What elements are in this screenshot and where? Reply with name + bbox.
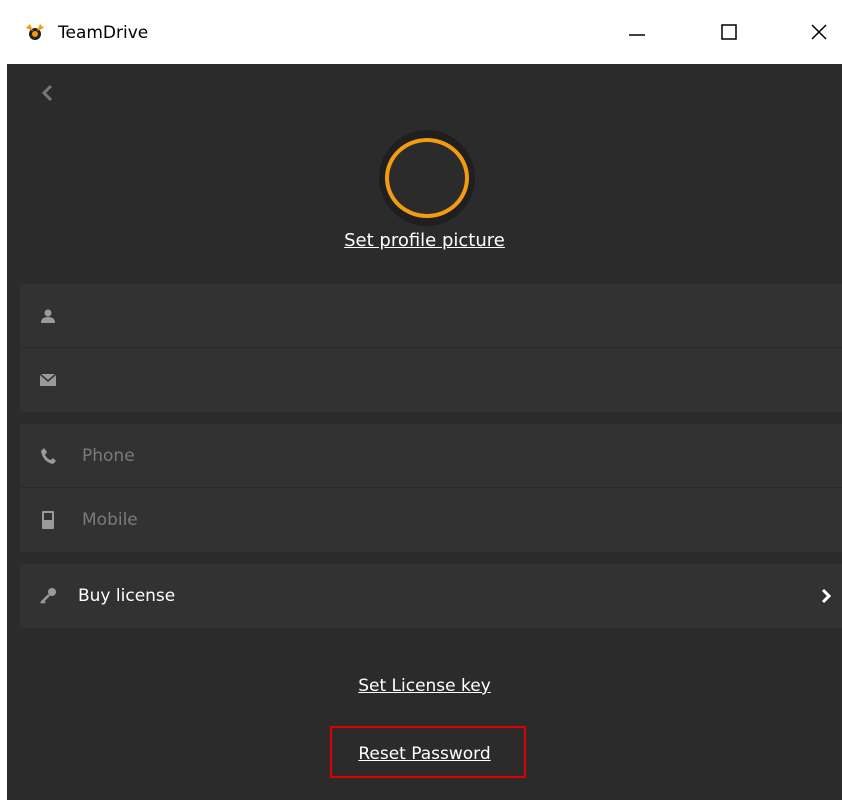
chevron-left-icon (41, 84, 53, 102)
avatar-circle (385, 138, 469, 218)
phone-icon (36, 444, 60, 468)
key-icon (36, 584, 60, 608)
buy-license-row[interactable]: Buy license (20, 564, 842, 628)
name-row (20, 284, 842, 347)
set-profile-picture-link[interactable]: Set profile picture (7, 230, 842, 251)
person-icon (36, 304, 60, 328)
title-bar: TeamDrive (0, 0, 842, 64)
window-title: TeamDrive (58, 23, 149, 43)
phone-fields (20, 424, 842, 552)
set-license-key-link[interactable]: Set License key (7, 676, 842, 696)
minimize-button[interactable] (607, 0, 667, 64)
name-field[interactable] (80, 292, 824, 340)
close-button[interactable] (789, 0, 842, 64)
mobile-field[interactable] (80, 496, 824, 544)
profile-avatar[interactable] (379, 130, 475, 226)
maximize-icon (721, 24, 737, 40)
back-button[interactable] (33, 78, 63, 108)
email-field[interactable] (80, 356, 824, 404)
chevron-right-icon (816, 584, 836, 608)
profile-panel: Set profile picture Phone Mobile Buy lic… (7, 64, 842, 800)
reset-password-link[interactable]: Reset Password (7, 744, 842, 764)
buy-license-item[interactable]: Buy license (20, 564, 842, 627)
teamdrive-logo-icon (26, 24, 44, 40)
mobile-icon (36, 508, 60, 532)
phone-field[interactable] (80, 432, 824, 480)
minimize-icon (629, 34, 645, 36)
maximize-button[interactable] (699, 0, 759, 64)
identity-fields (20, 284, 842, 412)
phone-row (20, 424, 842, 487)
email-row (20, 348, 842, 411)
buy-license-label: Buy license (78, 585, 176, 606)
close-icon (811, 24, 827, 40)
envelope-icon (36, 368, 60, 392)
mobile-row (20, 488, 842, 551)
